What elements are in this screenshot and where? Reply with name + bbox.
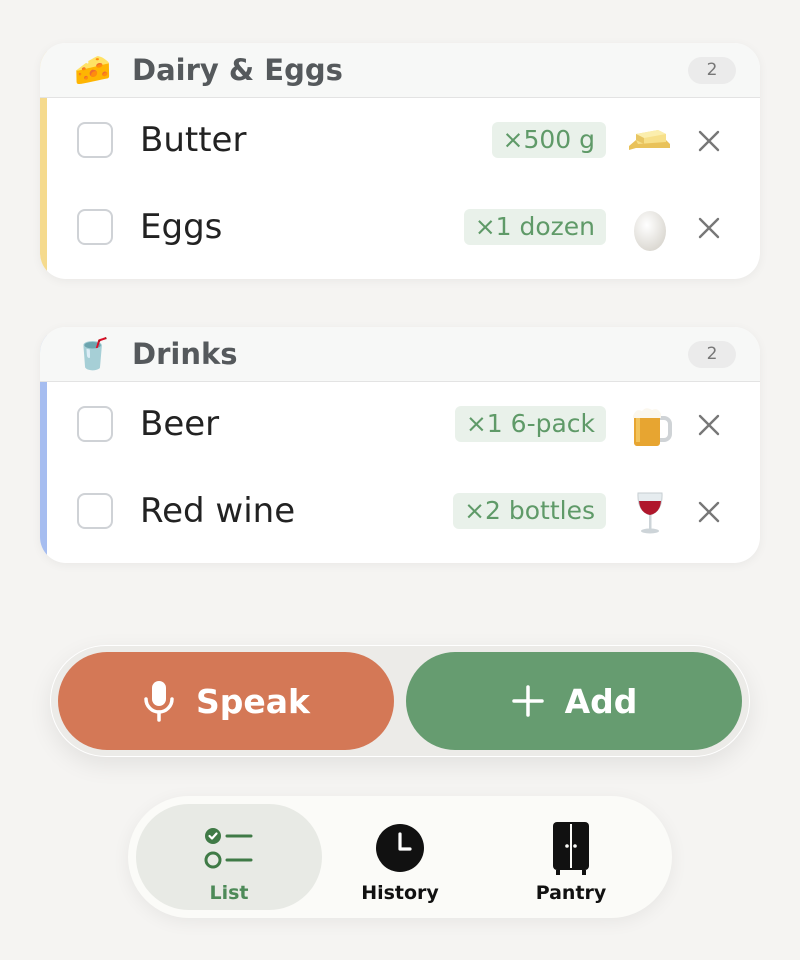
list-item: Eggs ×1 dozen xyxy=(40,185,760,272)
plus-icon xyxy=(511,685,544,717)
list-item: Beer ×1 6-pack xyxy=(40,382,760,469)
tab-label: List xyxy=(209,882,249,904)
butter-icon xyxy=(629,130,670,150)
cheese-icon: 🧀 xyxy=(74,53,112,88)
speak-button[interactable]: Speak xyxy=(58,652,394,750)
tab-label: History xyxy=(361,882,439,904)
category-header[interactable]: 🥤 Drinks 2 xyxy=(40,327,760,382)
add-label: Add xyxy=(564,681,638,721)
checklist-icon xyxy=(204,828,253,869)
item-checkbox[interactable] xyxy=(77,493,113,529)
close-icon[interactable] xyxy=(694,126,724,156)
close-icon[interactable] xyxy=(694,410,724,440)
add-button[interactable]: Add xyxy=(406,652,742,750)
egg-icon xyxy=(634,211,666,251)
quantity-chip[interactable]: ×500 g xyxy=(491,122,606,158)
item-count-badge: 2 xyxy=(688,57,736,84)
item-checkbox[interactable] xyxy=(77,122,113,158)
cupboard-icon xyxy=(553,822,589,875)
item-checkbox[interactable] xyxy=(77,406,113,442)
quantity-chip[interactable]: ×1 dozen xyxy=(463,209,606,245)
close-icon[interactable] xyxy=(694,213,724,243)
beer-mug-icon xyxy=(633,408,672,446)
item-name: Red wine xyxy=(140,491,296,531)
category-card-drinks: 🥤 Drinks 2 Beer ×1 6-pack Red wine ×2 bo… xyxy=(40,327,760,563)
category-title: Dairy & Eggs xyxy=(132,53,343,87)
cup-with-straw-icon: 🥤 xyxy=(74,337,112,372)
tab-history[interactable]: History xyxy=(307,804,493,910)
category-title: Drinks xyxy=(132,337,238,371)
close-icon[interactable] xyxy=(694,497,724,527)
tab-label: Pantry xyxy=(535,882,607,904)
item-name: Butter xyxy=(140,120,247,160)
speak-label: Speak xyxy=(196,681,310,721)
list-item: Butter ×500 g xyxy=(40,98,760,185)
item-checkbox[interactable] xyxy=(77,209,113,245)
item-name: Eggs xyxy=(140,207,223,247)
wine-glass-icon xyxy=(637,492,663,534)
microphone-icon xyxy=(144,681,174,722)
action-bar: Speak Add xyxy=(50,645,750,757)
item-name: Beer xyxy=(140,404,220,444)
category-header[interactable]: 🧀 Dairy & Eggs 2 xyxy=(40,43,760,98)
item-count-badge: 2 xyxy=(688,341,736,368)
list-item: Red wine ×2 bottles xyxy=(40,469,760,556)
clock-icon xyxy=(376,824,424,872)
tab-list[interactable]: List xyxy=(136,804,322,910)
category-card-dairy-eggs: 🧀 Dairy & Eggs 2 Butter ×500 g Eggs ×1 d… xyxy=(40,43,760,279)
tab-pantry[interactable]: Pantry xyxy=(478,804,664,910)
quantity-chip[interactable]: ×2 bottles xyxy=(453,493,606,529)
bottom-tab-bar: List History Pantry xyxy=(128,796,672,918)
quantity-chip[interactable]: ×1 6-pack xyxy=(454,406,606,442)
